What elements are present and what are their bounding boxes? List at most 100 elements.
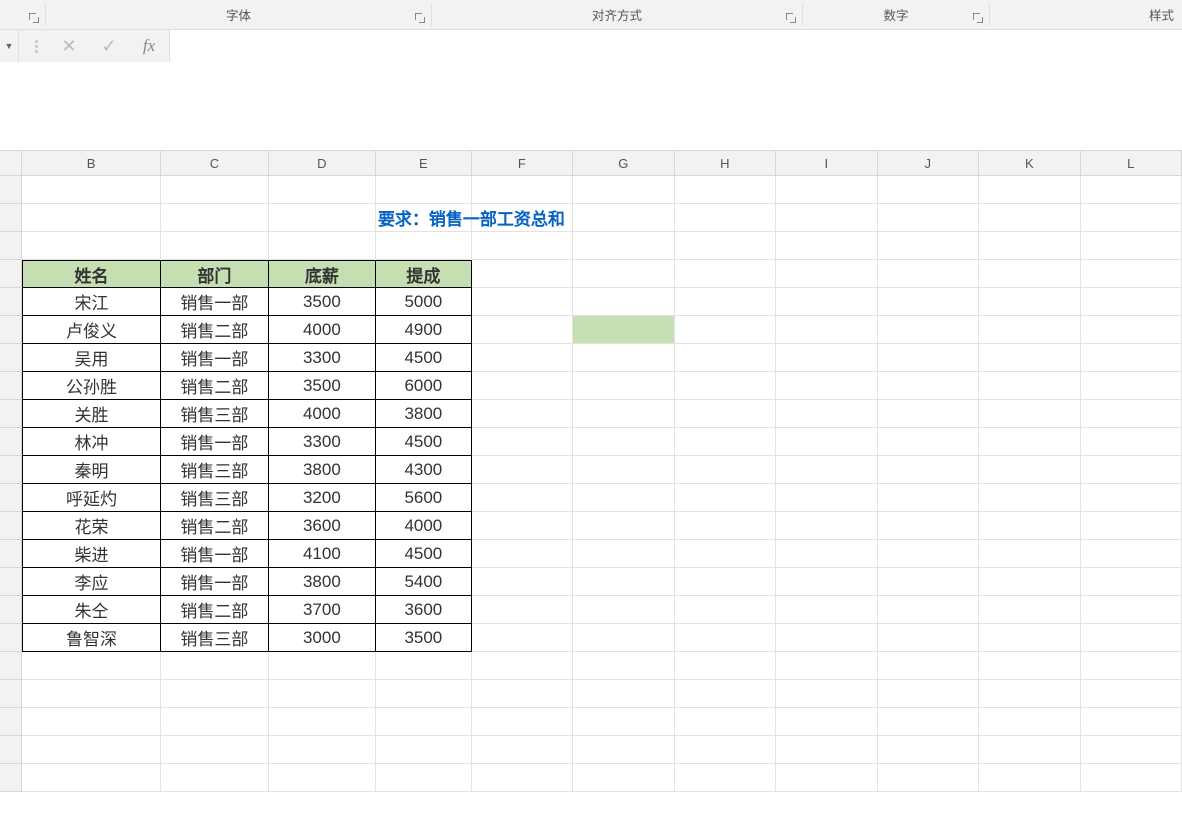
cell-base[interactable]: 4000 [269,400,376,428]
cell[interactable] [878,736,979,764]
row-header[interactable] [0,540,22,568]
column-header[interactable]: K [979,151,1080,175]
cell-name[interactable]: 柴进 [22,540,161,568]
cell[interactable] [573,708,674,736]
cancel-formula-button[interactable]: ✕ [49,30,89,62]
cell[interactable] [1081,512,1182,540]
cell[interactable] [878,652,979,680]
cell[interactable] [573,372,674,400]
cell[interactable] [878,232,979,260]
cell[interactable] [22,204,161,232]
select-all-corner[interactable] [0,151,22,175]
cell[interactable] [1081,596,1182,624]
cell[interactable] [573,652,674,680]
cell[interactable] [776,512,877,540]
cell[interactable] [472,484,573,512]
cell[interactable] [776,764,877,792]
cell[interactable] [472,624,573,652]
cell[interactable] [573,568,674,596]
cell[interactable] [1081,624,1182,652]
cell[interactable] [472,540,573,568]
cell[interactable] [878,344,979,372]
cell[interactable] [776,204,877,232]
cell[interactable] [675,512,776,540]
cell[interactable] [776,316,877,344]
cell[interactable] [1081,372,1182,400]
cell[interactable] [979,568,1080,596]
cell-bonus[interactable]: 6000 [376,372,472,400]
cell[interactable] [675,344,776,372]
cell[interactable] [979,288,1080,316]
cell[interactable] [675,204,776,232]
row-header[interactable] [0,596,22,624]
row-header[interactable] [0,624,22,652]
cell[interactable] [878,372,979,400]
cell[interactable] [979,708,1080,736]
dialog-launcher-icon[interactable] [785,12,796,23]
cell[interactable] [878,512,979,540]
cell[interactable] [776,176,877,204]
cell[interactable] [1081,736,1182,764]
row-header[interactable] [0,260,22,288]
cell[interactable] [878,428,979,456]
cell[interactable] [1081,288,1182,316]
cell-bonus[interactable]: 5400 [376,568,472,596]
cell[interactable] [776,232,877,260]
cell-name[interactable]: 李应 [22,568,161,596]
cell[interactable] [1081,316,1182,344]
cell-dept[interactable]: 销售三部 [161,624,268,652]
cell[interactable] [573,344,674,372]
cell-base[interactable]: 4100 [269,540,376,568]
cell[interactable] [979,372,1080,400]
row-header[interactable] [0,232,22,260]
table-header-bonus[interactable]: 提成 [376,260,472,288]
cell[interactable] [1081,540,1182,568]
cell-base[interactable]: 3300 [269,344,376,372]
cell-name[interactable]: 宋江 [22,288,161,316]
cell[interactable] [573,288,674,316]
cell[interactable] [776,652,877,680]
cell[interactable] [675,176,776,204]
cell[interactable] [161,764,268,792]
cell[interactable] [675,456,776,484]
cell[interactable] [472,232,573,260]
cell-base[interactable]: 3200 [269,484,376,512]
cell[interactable] [472,400,573,428]
column-header[interactable]: L [1081,151,1182,175]
cell[interactable] [979,400,1080,428]
cell-dept[interactable]: 销售一部 [161,428,268,456]
cell[interactable] [472,680,573,708]
cell[interactable] [675,428,776,456]
cell[interactable] [22,736,161,764]
row-header[interactable] [0,372,22,400]
cell[interactable] [472,568,573,596]
cell[interactable] [161,680,268,708]
row-header[interactable] [0,680,22,708]
cell[interactable] [776,456,877,484]
cell[interactable] [776,288,877,316]
row-header[interactable] [0,736,22,764]
cell-name[interactable]: 鲁智深 [22,624,161,652]
name-box[interactable]: ▼ [0,30,19,62]
cell[interactable] [22,764,161,792]
cell[interactable] [675,736,776,764]
cell[interactable] [376,708,472,736]
cell[interactable] [1081,428,1182,456]
worksheet-grid[interactable]: B C D E F G H I J K L [0,151,1182,792]
column-header[interactable]: H [675,151,776,175]
cell[interactable] [979,736,1080,764]
cell[interactable] [472,512,573,540]
cell[interactable] [573,400,674,428]
cell[interactable] [878,484,979,512]
cell[interactable] [675,652,776,680]
cell-dept[interactable]: 销售三部 [161,456,268,484]
name-box-dropdown-icon[interactable]: ▼ [0,41,18,51]
cell[interactable] [22,652,161,680]
cell[interactable] [979,680,1080,708]
cell[interactable] [573,512,674,540]
cell[interactable] [1081,652,1182,680]
cell[interactable] [573,204,674,232]
cell-base[interactable]: 3800 [269,568,376,596]
cell[interactable] [269,680,376,708]
cell[interactable] [1081,764,1182,792]
